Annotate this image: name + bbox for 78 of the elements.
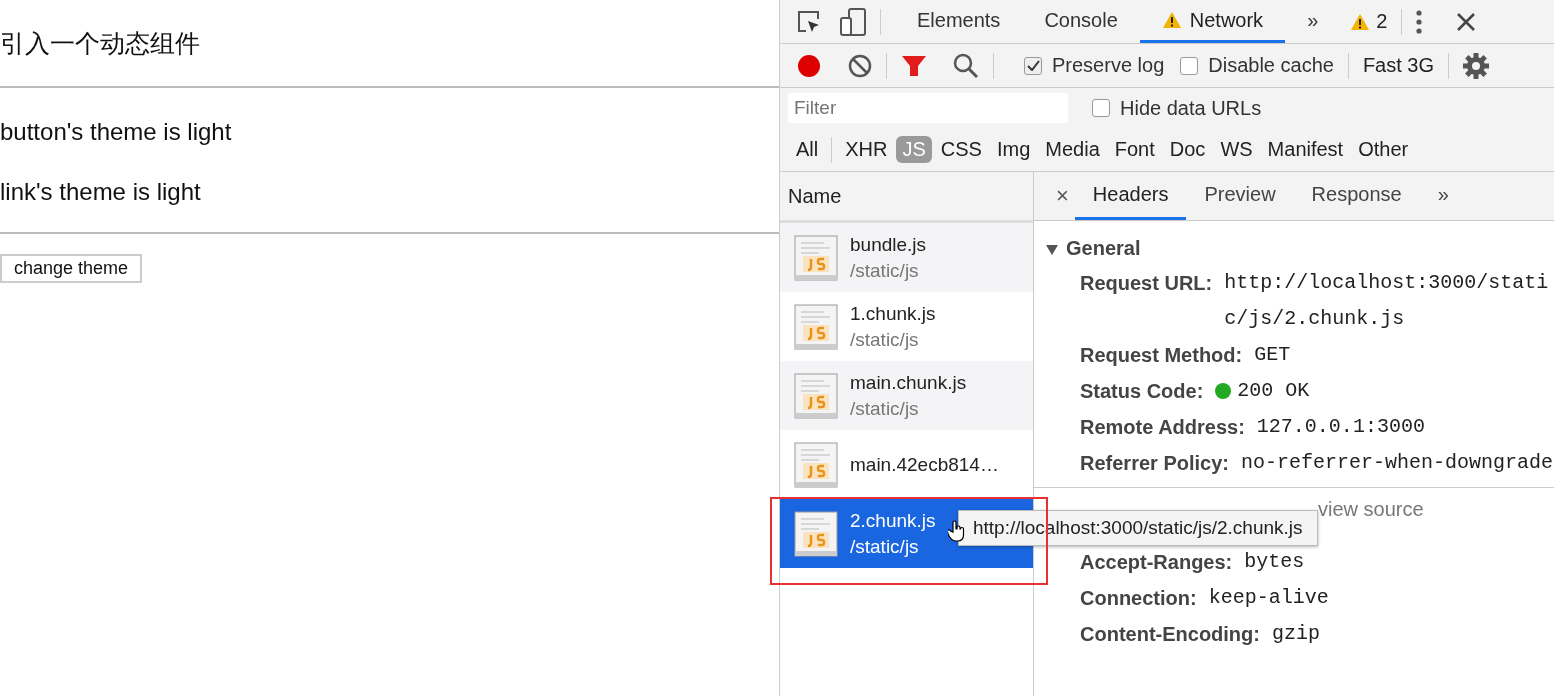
header-value: gzip bbox=[1271, 621, 1320, 647]
header-value: bytes bbox=[1244, 549, 1305, 575]
header-name: Referrer Policy: bbox=[1080, 451, 1229, 476]
type-filter-button[interactable]: Other bbox=[1352, 136, 1415, 163]
checkbox[interactable] bbox=[1180, 56, 1199, 75]
panel-tab[interactable]: Elements bbox=[895, 0, 1023, 43]
header-value: GET bbox=[1254, 342, 1291, 368]
request-name: main.chunk.js bbox=[850, 371, 967, 394]
request-row[interactable]: bundle.js /static/js bbox=[780, 223, 1033, 292]
request-name: 1.chunk.js bbox=[850, 302, 936, 325]
type-filter-button[interactable]: Media bbox=[1039, 136, 1106, 163]
close-button[interactable]: × bbox=[1050, 183, 1075, 209]
type-filter-button[interactable]: XHR bbox=[839, 136, 894, 163]
section-title[interactable]: General bbox=[1066, 236, 1141, 260]
more-tabs-button[interactable]: » bbox=[1285, 0, 1341, 43]
type-filter-button[interactable]: Manifest bbox=[1261, 136, 1350, 163]
warning-count[interactable]: 2 bbox=[1376, 10, 1388, 33]
request-path: /static/js bbox=[850, 397, 920, 420]
type-filter-button[interactable]: All bbox=[790, 136, 825, 163]
header-name: Connection: bbox=[1080, 586, 1197, 611]
throttling-dropdown[interactable]: Fast 3G bbox=[1362, 54, 1435, 77]
type-filter-button[interactable]: WS bbox=[1214, 136, 1259, 163]
checkbox-label[interactable]: Disable cache bbox=[1208, 54, 1334, 77]
header-value: http://localhost:3000/static/js/2.chunk.js bbox=[1224, 270, 1550, 332]
header-value: 200 OK bbox=[1237, 378, 1310, 404]
hand-cursor-icon bbox=[948, 520, 966, 542]
request-name: 2.chunk.js bbox=[850, 509, 936, 532]
clear-icon[interactable] bbox=[848, 53, 872, 78]
js-file-icon bbox=[794, 303, 838, 350]
header-name: Request URL: bbox=[1080, 271, 1213, 296]
header-value: 127.0.0.1:3000 bbox=[1256, 414, 1425, 440]
more-tabs-button[interactable]: » bbox=[1419, 172, 1467, 220]
detail-tab[interactable]: Response bbox=[1293, 172, 1420, 220]
js-file-icon bbox=[794, 372, 838, 419]
checkbox[interactable] bbox=[1024, 56, 1042, 75]
header-name: Status Code: bbox=[1080, 379, 1204, 404]
type-filter-button[interactable]: Img bbox=[990, 136, 1037, 163]
request-path: /static/js bbox=[850, 328, 920, 351]
inspect-icon[interactable] bbox=[796, 8, 822, 35]
settings-icon[interactable] bbox=[1463, 52, 1490, 79]
close-icon[interactable] bbox=[1456, 11, 1477, 32]
search-icon[interactable] bbox=[953, 52, 979, 79]
header-name: Content-Encoding: bbox=[1080, 622, 1260, 647]
js-file-icon bbox=[794, 510, 838, 557]
filter-field[interactable]: Filter bbox=[788, 93, 1068, 123]
theme-text: link's theme is light bbox=[0, 178, 201, 206]
theme-text: button's theme is light bbox=[0, 118, 232, 146]
detail-tab[interactable]: Headers bbox=[1074, 172, 1187, 220]
more-menu-icon[interactable] bbox=[1416, 9, 1423, 34]
warning-icon bbox=[1350, 12, 1371, 31]
record-button[interactable] bbox=[796, 52, 822, 79]
request-row[interactable]: main.chunk.js /static/js bbox=[780, 361, 1033, 430]
filter-icon[interactable] bbox=[901, 53, 927, 78]
js-file-icon bbox=[794, 234, 838, 281]
request-path: /static/js bbox=[850, 535, 920, 558]
expand-triangle-icon[interactable] bbox=[1046, 244, 1058, 255]
panel-tab[interactable]: Console bbox=[1022, 0, 1140, 43]
request-name: main.42ecb814… bbox=[850, 453, 999, 476]
checkbox[interactable] bbox=[1092, 99, 1110, 117]
column-header[interactable]: Name bbox=[788, 184, 842, 208]
header-name: Remote Address: bbox=[1080, 415, 1245, 440]
type-filter-button[interactable]: Doc bbox=[1163, 136, 1212, 163]
header-value: keep-alive bbox=[1208, 585, 1329, 611]
request-name: bundle.js bbox=[850, 233, 927, 256]
checkbox-label[interactable]: Hide data URLs bbox=[1120, 96, 1262, 120]
view-source-link[interactable]: view source bbox=[1318, 498, 1424, 521]
detail-tab[interactable]: Preview bbox=[1186, 172, 1294, 220]
js-file-icon bbox=[794, 441, 838, 488]
page-heading: 引入一个动态组件 bbox=[0, 28, 200, 60]
type-filter-button[interactable]: Font bbox=[1108, 136, 1161, 163]
header-name: Accept-Ranges: bbox=[1080, 550, 1233, 575]
checkbox-label[interactable]: Preserve log bbox=[1052, 54, 1165, 77]
header-name: Request Method: bbox=[1080, 343, 1243, 368]
change-theme-button[interactable]: change theme bbox=[0, 254, 143, 283]
request-path: /static/js bbox=[850, 259, 920, 282]
device-icon[interactable] bbox=[840, 7, 866, 36]
header-value: no-referrer-when-downgrade bbox=[1240, 450, 1554, 476]
type-filter-button[interactable]: CSS bbox=[934, 136, 988, 163]
